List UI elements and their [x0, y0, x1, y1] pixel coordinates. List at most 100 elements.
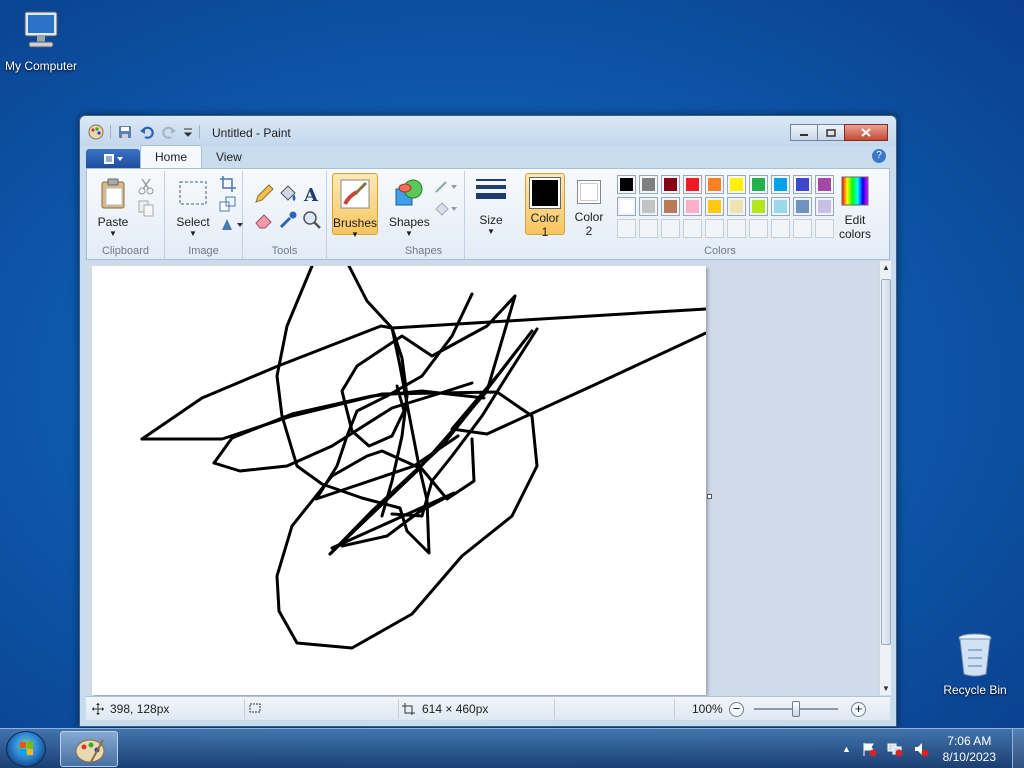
- customize-toolbar-icon[interactable]: [183, 124, 193, 140]
- minimize-button[interactable]: [790, 124, 818, 141]
- zoom-level: 100%: [692, 702, 723, 716]
- shapes-label: Shapes: [389, 215, 430, 229]
- palette-swatch[interactable]: [639, 175, 658, 194]
- palette-swatch[interactable]: [749, 175, 768, 194]
- palette-swatch[interactable]: [683, 197, 702, 216]
- show-hidden-icons-icon[interactable]: ▲: [842, 744, 851, 754]
- palette-swatch[interactable]: [705, 175, 724, 194]
- palette-swatch[interactable]: [639, 197, 658, 216]
- palette-swatch[interactable]: [661, 175, 680, 194]
- color1-swatch: [532, 180, 558, 206]
- recycle-bin-icon[interactable]: Recycle Bin: [934, 630, 1016, 697]
- custom-color-slot[interactable]: [749, 219, 768, 238]
- tools-group-label: Tools: [271, 245, 298, 257]
- my-computer-icon[interactable]: My Computer: [0, 8, 82, 73]
- custom-color-slot[interactable]: [705, 219, 724, 238]
- tab-home[interactable]: Home: [140, 145, 203, 168]
- cut-icon[interactable]: [137, 177, 155, 195]
- start-button[interactable]: [6, 731, 46, 767]
- show-desktop-button[interactable]: [1012, 729, 1024, 768]
- computer-icon: [24, 11, 58, 48]
- status-separator: [674, 699, 675, 719]
- custom-color-slot[interactable]: [793, 219, 812, 238]
- action-center-flag-icon[interactable]: [861, 741, 877, 757]
- palette-swatch-color: [686, 178, 699, 191]
- zoom-in-button[interactable]: +: [851, 702, 866, 717]
- rainbow-palette-icon: [841, 176, 869, 206]
- edit-colors-button[interactable]: Edit colors: [831, 171, 879, 241]
- palette-swatch-color: [752, 178, 765, 191]
- scroll-up-icon[interactable]: ▲: [880, 263, 892, 272]
- zoom-out-button[interactable]: −: [729, 702, 744, 717]
- paste-label: Paste: [97, 215, 129, 229]
- rotate-icon[interactable]: [219, 215, 245, 233]
- canvas-resize-handle[interactable]: [707, 494, 712, 499]
- custom-color-slot[interactable]: [639, 219, 658, 238]
- vertical-scrollbar[interactable]: ▲ ▼: [879, 261, 891, 695]
- palette-swatch[interactable]: [793, 197, 812, 216]
- color1-swatch-frame: [529, 177, 561, 209]
- brushes-button[interactable]: Brushes ▼: [332, 173, 378, 239]
- clock[interactable]: 7:06 AM 8/10/2023: [943, 733, 996, 765]
- custom-color-slot[interactable]: [727, 219, 746, 238]
- size-button[interactable]: Size ▼: [471, 171, 511, 236]
- custom-color-slot[interactable]: [771, 219, 790, 238]
- custom-color-slot[interactable]: [617, 219, 636, 238]
- palette-swatch[interactable]: [771, 175, 790, 194]
- redo-icon[interactable]: [161, 124, 177, 140]
- zoom-slider-thumb[interactable]: [792, 701, 800, 717]
- palette-swatch[interactable]: [617, 175, 636, 194]
- network-icon[interactable]: [887, 741, 903, 757]
- palette-swatch[interactable]: [617, 197, 636, 216]
- scroll-down-icon[interactable]: ▼: [880, 684, 892, 693]
- eraser-icon[interactable]: [253, 209, 275, 231]
- palette-swatch[interactable]: [749, 197, 768, 216]
- color2-button[interactable]: Color 2: [569, 173, 609, 238]
- palette-swatch[interactable]: [661, 197, 680, 216]
- outline-icon[interactable]: [433, 177, 459, 195]
- color2-swatch-frame: [577, 180, 601, 204]
- copy-icon[interactable]: [137, 199, 155, 217]
- custom-color-slot[interactable]: [683, 219, 702, 238]
- paste-dropdown-icon: ▼: [109, 229, 117, 238]
- pencil-icon[interactable]: [253, 183, 275, 205]
- undo-icon[interactable]: [139, 124, 155, 140]
- color-picker-icon[interactable]: [277, 209, 299, 231]
- palette-swatch[interactable]: [727, 197, 746, 216]
- svg-text:A: A: [303, 185, 319, 205]
- palette-swatch[interactable]: [705, 197, 724, 216]
- color1-label: Color: [530, 211, 560, 225]
- text-tool-icon[interactable]: A: [301, 183, 323, 205]
- paint-menu-button[interactable]: [86, 149, 140, 168]
- magnifier-icon[interactable]: [301, 209, 323, 231]
- scrollbar-thumb[interactable]: [881, 279, 891, 645]
- move-cursor-icon: [92, 703, 104, 715]
- palette-swatch-color: [620, 178, 633, 191]
- resize-icon[interactable]: [219, 195, 237, 213]
- drawing-canvas[interactable]: [92, 266, 706, 695]
- close-button[interactable]: [844, 124, 888, 141]
- paint-app-icon[interactable]: [88, 124, 104, 140]
- maximize-button[interactable]: [817, 124, 845, 141]
- crop-icon[interactable]: [219, 175, 237, 193]
- palette-swatch-color: [796, 200, 809, 213]
- volume-icon[interactable]: [913, 741, 929, 757]
- palette-swatch[interactable]: [683, 175, 702, 194]
- save-icon[interactable]: [117, 124, 133, 140]
- paste-button[interactable]: Paste ▼: [93, 173, 133, 238]
- palette-swatch[interactable]: [727, 175, 746, 194]
- scribble-drawing: [140, 266, 706, 650]
- fill-icon[interactable]: [433, 199, 459, 217]
- ribbon-tabs: Home View: [86, 145, 256, 168]
- custom-color-slot[interactable]: [661, 219, 680, 238]
- palette-swatch[interactable]: [771, 197, 790, 216]
- taskbar-paint-button[interactable]: [60, 731, 118, 767]
- select-button[interactable]: Select ▼: [173, 173, 213, 238]
- color1-button[interactable]: Color 1: [525, 173, 565, 239]
- fill-bucket-icon[interactable]: [277, 183, 299, 205]
- tab-view[interactable]: View: [202, 146, 256, 168]
- shapes-button[interactable]: Shapes ▼: [389, 173, 430, 238]
- recycle-bin-label: Recycle Bin: [943, 683, 1007, 697]
- help-icon[interactable]: ?: [872, 149, 886, 163]
- palette-swatch[interactable]: [793, 175, 812, 194]
